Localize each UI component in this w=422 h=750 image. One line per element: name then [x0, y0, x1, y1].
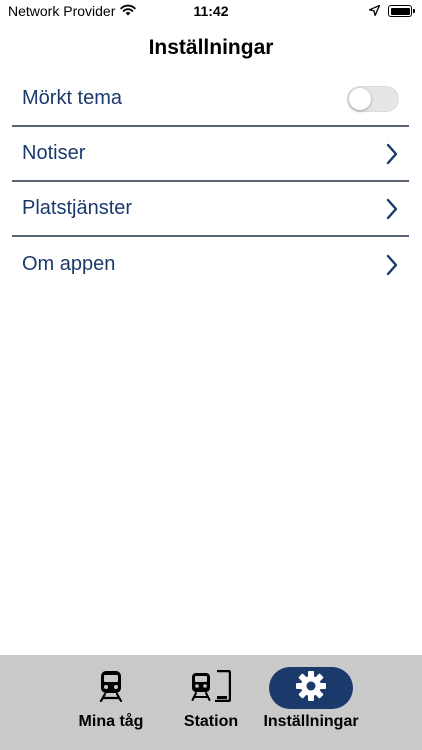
toggle-knob — [349, 87, 371, 110]
settings-item-label: Om appen — [22, 253, 116, 275]
tab-label: Mina tåg — [78, 713, 144, 730]
settings-item-om-appen[interactable]: Om appen — [12, 237, 409, 292]
tab-icon-wrap — [69, 667, 153, 709]
settings-item-label: Notiser — [22, 142, 86, 164]
page-title: Inställningar — [148, 36, 274, 59]
tab-label: Inställningar — [263, 713, 359, 730]
tab-label: Station — [183, 713, 239, 730]
tab-icon-wrap — [269, 667, 353, 709]
status-left: Network Provider — [8, 3, 137, 19]
train-icon — [99, 670, 123, 707]
chevron-right-icon — [385, 254, 399, 276]
dark-theme-toggle[interactable] — [347, 85, 399, 112]
dark-theme-row: Mörkt tema — [12, 72, 409, 127]
settings-item-label: Platstjänster — [22, 197, 133, 219]
carrier-name: Network Provider — [8, 3, 116, 19]
chevron-right-icon — [385, 198, 399, 220]
tab-installningar[interactable]: Inställningar — [261, 667, 361, 750]
chevron-right-icon — [385, 143, 399, 165]
settings-item-platstjanster[interactable]: Platstjänster — [12, 182, 409, 237]
train-station-icon — [191, 669, 232, 707]
tab-bar: Mina tåg Station Inställningar — [0, 655, 422, 750]
gear-icon — [295, 670, 327, 707]
dark-theme-label: Mörkt tema — [22, 87, 123, 109]
settings-item-notiser[interactable]: Notiser — [12, 127, 409, 182]
tab-mina-tag[interactable]: Mina tåg — [61, 667, 161, 750]
battery-icon — [388, 5, 415, 17]
location-arrow-icon — [368, 3, 381, 19]
wifi-icon — [120, 3, 137, 19]
settings-list: Mörkt tema Notiser Platstjänster Om appe… — [12, 72, 409, 292]
tab-icon-wrap — [169, 667, 253, 709]
tab-station[interactable]: Station — [161, 667, 261, 750]
status-bar: Network Provider 11:42 — [0, 0, 422, 22]
settings-screen: Network Provider 11:42 Inställningar Mör… — [0, 0, 422, 750]
status-right — [368, 3, 415, 19]
